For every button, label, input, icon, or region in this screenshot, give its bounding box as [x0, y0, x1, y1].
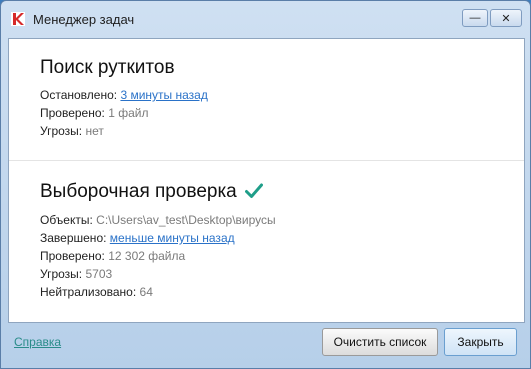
close-icon: ✕	[501, 12, 511, 25]
help-link[interactable]: Справка	[14, 335, 61, 349]
objects-value: C:\Users\av_test\Desktop\вирусы	[96, 213, 276, 227]
custom-objects-row: Объекты: C:\Users\av_test\Desktop\вирусы	[40, 211, 276, 229]
minimize-button[interactable]: —	[462, 9, 488, 27]
finished-time-link[interactable]: меньше минуты назад	[110, 231, 235, 245]
neutralized-label: Нейтрализовано:	[40, 285, 137, 299]
task-list-panel: Поиск руткитов Остановлено: 3 минуты наз…	[8, 38, 525, 323]
custom-threats-row: Угрозы: 5703	[40, 265, 276, 283]
title-bar[interactable]: Менеджер задач — ✕	[1, 1, 530, 39]
stopped-time-link[interactable]: 3 минуты назад	[120, 88, 207, 102]
kaspersky-k-icon	[11, 12, 25, 26]
clear-list-button[interactable]: Очистить список	[322, 328, 438, 356]
checked-value: 12 302 файла	[108, 249, 186, 263]
custom-finished-row: Завершено: меньше минуты назад	[40, 229, 276, 247]
window-title: Менеджер задач	[33, 12, 135, 27]
close-window-button[interactable]: ✕	[490, 9, 522, 27]
close-button[interactable]: Закрыть	[444, 328, 517, 356]
rootkit-threats-row: Угрозы: нет	[40, 122, 208, 140]
close-button-label: Закрыть	[457, 335, 504, 349]
neutralized-value: 64	[139, 285, 153, 299]
threats-label: Угрозы:	[40, 124, 83, 138]
custom-scan-section: Выборочная проверка Объекты: C:\Users\av…	[40, 181, 276, 301]
task-manager-window: Менеджер задач — ✕ Поиск руткитов Остано…	[0, 0, 531, 369]
rootkit-scan-section: Поиск руткитов Остановлено: 3 минуты наз…	[40, 57, 208, 140]
checked-label: Проверено:	[40, 106, 105, 120]
clear-list-label: Очистить список	[333, 335, 427, 349]
custom-scan-title-row: Выборочная проверка	[40, 181, 276, 203]
custom-checked-row: Проверено: 12 302 файла	[40, 247, 276, 265]
stopped-label: Остановлено:	[40, 88, 118, 102]
threats-label: Угрозы:	[40, 267, 83, 281]
threats-value: нет	[85, 124, 104, 138]
rootkit-scan-title: Поиск руткитов	[40, 57, 175, 78]
objects-label: Объекты:	[40, 213, 93, 227]
minimize-icon: —	[469, 12, 481, 24]
custom-scan-title: Выборочная проверка	[40, 181, 237, 202]
window-controls: — ✕	[460, 9, 522, 27]
rootkit-stopped-row: Остановлено: 3 минуты назад	[40, 86, 208, 104]
custom-neutralized-row: Нейтрализовано: 64	[40, 283, 276, 301]
checked-label: Проверено:	[40, 249, 105, 263]
finished-label: Завершено:	[40, 231, 107, 245]
checked-value: 1 файл	[108, 106, 149, 120]
checkmark-icon	[244, 183, 263, 198]
threats-value: 5703	[85, 267, 113, 281]
section-divider	[9, 160, 524, 161]
rootkit-checked-row: Проверено: 1 файл	[40, 104, 208, 122]
